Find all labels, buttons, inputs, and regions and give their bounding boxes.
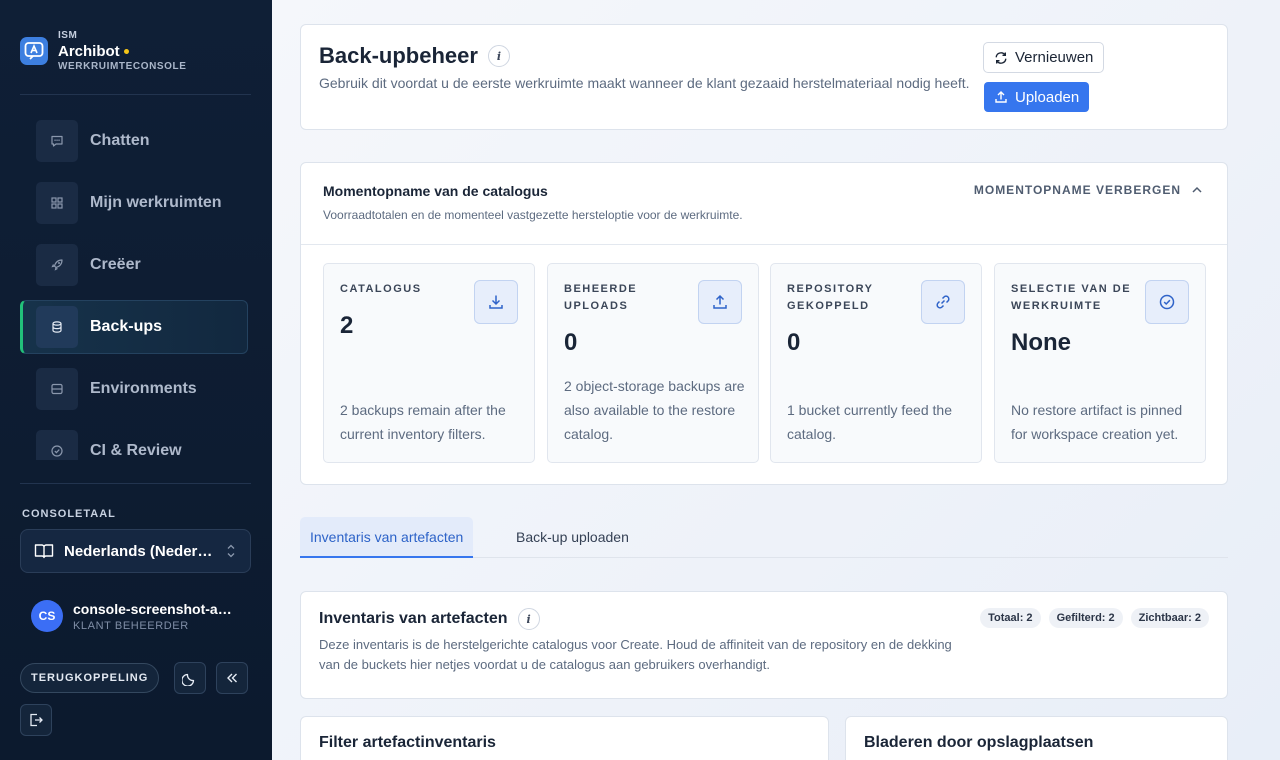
chevrons-left-icon <box>227 673 237 683</box>
filter-title: Filter artefactinventaris <box>319 734 496 751</box>
collapse-sidebar-button[interactable] <box>216 662 248 694</box>
sidebar-item-label: Chatten <box>90 132 150 149</box>
archibot-logo-icon <box>20 37 48 65</box>
hide-snapshot-label: MOMENTOPNAME VERBERGEN <box>973 183 1181 197</box>
language-select-value: Nederlands (Nederland) <box>64 542 214 560</box>
sidebar-item-ci-review[interactable]: CI & Review <box>20 424 248 460</box>
total-badge: Totaal: 2 <box>980 608 1041 628</box>
language-select[interactable]: Nederlands (Nederland) <box>20 529 251 573</box>
check-circle-icon <box>36 430 78 460</box>
stat-card-beheerde-uploads: BEHEERDE UPLOADS 0 2 object-storage back… <box>547 263 759 463</box>
sidebar-item-label: Creëer <box>90 256 141 273</box>
stat-value: 2 <box>340 312 354 339</box>
user-name: console-screenshot-admin <box>73 600 238 617</box>
sidebar-item-chatten[interactable]: Chatten <box>20 114 248 168</box>
upload-icon <box>698 280 742 324</box>
brand-prefix: ISM <box>58 29 78 41</box>
divider <box>301 244 1227 245</box>
theme-toggle-button[interactable] <box>174 662 206 694</box>
chat-icon <box>36 120 78 162</box>
refresh-button[interactable]: Vernieuwen <box>983 42 1105 73</box>
stat-label: BEHEERDE UPLOADS <box>564 283 638 312</box>
stat-value: 0 <box>787 329 801 356</box>
sidebar-item-label: Environments <box>90 380 197 397</box>
chevron-up-down-icon <box>227 544 235 558</box>
snapshot-title: Momentopname van de catalogus <box>323 183 548 199</box>
brand-name: Archibot <box>58 42 120 60</box>
book-icon <box>34 544 54 559</box>
page-title: Back-upbeheer <box>319 43 478 68</box>
info-icon[interactable]: i <box>517 608 540 630</box>
download-icon <box>474 280 518 324</box>
stat-card-selectie-werkruimte: SELECTIE VAN DE WERKRUIMTE None No resto… <box>994 263 1206 463</box>
page-header: Back-upbeheer i Gebruik dit voordat u de… <box>300 24 1228 130</box>
visible-badge: Zichtbaar: 2 <box>1130 608 1209 628</box>
browse-title: Bladeren door opslagplaatsen <box>864 734 1094 751</box>
stat-card-repository-gekoppeld: REPOSITORY GEKOPPELD 0 1 bucket currentl… <box>770 263 982 463</box>
filtered-badge: Gefilterd: 2 <box>1048 608 1123 628</box>
grid-icon <box>36 182 78 224</box>
stat-description: 2 object-storage backups are also availa… <box>564 378 745 442</box>
artifact-inventory: Inventaris van artefacten i Deze inventa… <box>300 591 1228 699</box>
user-role: KLANT BEHEERDER <box>73 619 189 632</box>
divider <box>20 483 251 484</box>
sidebar-item-back-ups[interactable]: Back-ups <box>20 300 248 354</box>
tab-inventaris[interactable]: Inventaris van artefacten <box>300 517 474 558</box>
moon-icon <box>182 673 195 686</box>
sidebar-item-label: Mijn werkruimten <box>90 194 222 211</box>
stat-card-catalogus: CATALOGUS 2 2 backups remain after the c… <box>323 263 535 463</box>
refresh-label: Vernieuwen <box>1015 49 1094 66</box>
feedback-button[interactable]: TERUGKOPPELING <box>20 663 160 693</box>
sidebar-item-label: Back-ups <box>90 318 163 335</box>
link-icon <box>921 280 965 324</box>
logout-button[interactable] <box>20 704 52 736</box>
upload-button[interactable]: Uploaden <box>984 82 1090 112</box>
refresh-icon <box>995 51 1007 64</box>
sidebar-nav: Chatten Mijn werkruimten Creëer Back-ups… <box>20 114 248 460</box>
divider <box>20 94 251 95</box>
repository-browser: Bladeren door opslagplaatsen <box>845 716 1228 760</box>
stat-label: REPOSITORY GEKOPPELD <box>787 283 874 312</box>
sidebar: ISM Archibot WERKRUIMTECONSOLE Chatten M… <box>0 0 272 760</box>
sidebar-item-label: CI & Review <box>90 442 182 459</box>
rocket-icon <box>36 244 78 286</box>
stat-label: CATALOGUS <box>340 283 422 295</box>
sidebar-item-mijn-werkruimten[interactable]: Mijn werkruimten <box>20 176 248 230</box>
stat-value: None <box>1011 329 1071 356</box>
avatar: CS <box>31 600 63 632</box>
inventory-title: Inventaris van artefacten <box>319 610 508 627</box>
page-description: Gebruik dit voordat u de eerste werkruim… <box>319 75 970 91</box>
inventory-description: Deze inventaris is de herstelgerichte ca… <box>319 637 952 672</box>
snapshot-subtitle: Voorraadtotalen en de momenteel vastgeze… <box>323 208 743 222</box>
stat-value: 0 <box>564 329 578 356</box>
stat-description: 2 backups remain after the current inven… <box>340 402 506 442</box>
upload-icon <box>995 91 1007 103</box>
tab-back-up-uploaden[interactable]: Back-up uploaden <box>506 517 639 557</box>
status-dot <box>123 48 129 54</box>
main-content: Back-upbeheer i Gebruik dit voordat u de… <box>272 0 1280 760</box>
server-icon <box>36 368 78 410</box>
database-icon <box>36 306 78 348</box>
chevron-up-icon <box>1192 186 1202 193</box>
brand[interactable]: ISM Archibot WERKRUIMTECONSOLE <box>20 30 187 72</box>
stat-label: SELECTIE VAN DE WERKRUIMTE <box>1011 283 1132 312</box>
tab-bar: Inventaris van artefacten Back-up upload… <box>300 517 1228 558</box>
catalog-snapshot: Momentopname van de catalogus Voorraadto… <box>300 162 1228 485</box>
count-badges: Totaal: 2 Gefilterd: 2 Zichtbaar: 2 <box>972 608 1209 628</box>
hide-snapshot-button[interactable]: MOMENTOPNAME VERBERGEN <box>974 183 1203 197</box>
stat-description: 1 bucket currently feed the catalog. <box>787 402 952 442</box>
language-section-title: CONSOLETAAL <box>22 508 116 520</box>
brand-subtitle: WERKRUIMTECONSOLE <box>58 60 187 72</box>
sidebar-item-environments[interactable]: Environments <box>20 362 248 416</box>
filter-panel: Filter artefactinventaris <box>300 716 829 760</box>
logout-icon <box>30 713 43 727</box>
sidebar-item-creeer[interactable]: Creëer <box>20 238 248 292</box>
stat-description: No restore artifact is pinned for worksp… <box>1011 402 1183 442</box>
info-icon[interactable]: i <box>487 45 510 67</box>
user-profile[interactable]: CS console-screenshot-admin KLANT BEHEER… <box>31 600 238 632</box>
check-circle-icon <box>1145 280 1189 324</box>
upload-label: Uploaden <box>1015 88 1080 106</box>
